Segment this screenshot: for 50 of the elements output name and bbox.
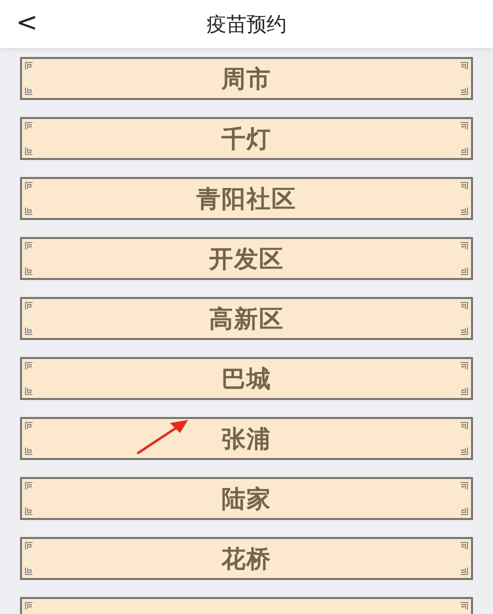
district-button[interactable]: 高新区 xyxy=(20,297,473,340)
corner-ornament-icon xyxy=(460,62,468,70)
corner-ornament-icon xyxy=(460,567,468,575)
corner-ornament-icon xyxy=(25,602,33,610)
corner-ornament-icon xyxy=(25,482,33,490)
back-button[interactable]: < xyxy=(10,4,44,43)
corner-ornament-icon xyxy=(460,242,468,250)
corner-ornament-icon xyxy=(460,482,468,490)
corner-ornament-icon xyxy=(25,422,33,430)
corner-ornament-icon xyxy=(460,362,468,370)
district-button[interactable]: 张浦 xyxy=(20,417,473,460)
corner-ornament-icon xyxy=(25,387,33,395)
corner-ornament-icon xyxy=(25,447,33,455)
district-button[interactable]: 花桥 xyxy=(20,537,473,580)
corner-ornament-icon xyxy=(460,327,468,335)
corner-ornament-icon xyxy=(460,182,468,190)
page-title: 疫苗预约 xyxy=(206,11,286,38)
corner-ornament-icon xyxy=(460,207,468,215)
corner-ornament-icon xyxy=(25,302,33,310)
corner-ornament-icon xyxy=(460,422,468,430)
corner-ornament-icon xyxy=(460,542,468,550)
corner-ornament-icon xyxy=(460,267,468,275)
district-button[interactable]: 巴城 xyxy=(20,357,473,400)
corner-ornament-icon xyxy=(25,147,33,155)
corner-ornament-icon xyxy=(25,327,33,335)
corner-ornament-icon xyxy=(25,87,33,95)
corner-ornament-icon xyxy=(460,147,468,155)
corner-ornament-icon xyxy=(460,87,468,95)
corner-ornament-icon xyxy=(460,602,468,610)
corner-ornament-icon xyxy=(25,182,33,190)
district-button[interactable]: 青阳社区 xyxy=(20,177,473,220)
corner-ornament-icon xyxy=(25,542,33,550)
corner-ornament-icon xyxy=(25,62,33,70)
corner-ornament-icon xyxy=(460,507,468,515)
corner-ornament-icon xyxy=(25,207,33,215)
district-button[interactable]: 开发区 xyxy=(20,237,473,280)
corner-ornament-icon xyxy=(460,387,468,395)
corner-ornament-icon xyxy=(25,242,33,250)
corner-ornament-icon xyxy=(25,267,33,275)
district-button[interactable]: 千灯 xyxy=(20,117,473,160)
corner-ornament-icon xyxy=(25,122,33,130)
corner-ornament-icon xyxy=(460,447,468,455)
corner-ornament-icon xyxy=(460,302,468,310)
corner-ornament-icon xyxy=(25,507,33,515)
district-button[interactable]: 陆家 xyxy=(20,477,473,520)
corner-ornament-icon xyxy=(460,122,468,130)
annotation-arrow xyxy=(137,418,189,454)
corner-ornament-icon xyxy=(25,567,33,575)
district-button[interactable]: 周市 xyxy=(20,57,473,100)
corner-ornament-icon xyxy=(25,362,33,370)
